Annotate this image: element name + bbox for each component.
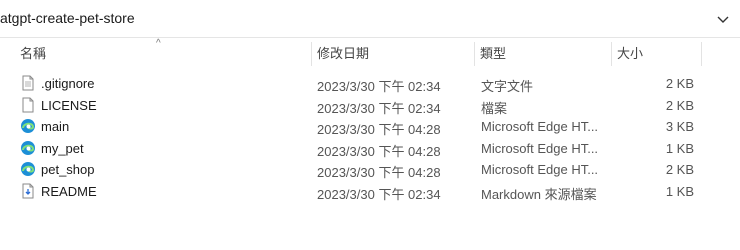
file-size: 1 KB (665, 183, 694, 199)
file-modified: 2023/3/30 下午 04:28 (317, 165, 441, 180)
file-row[interactable]: my_pet 2023/3/30 下午 04:28 Microsoft Edge… (0, 138, 740, 160)
file-modified: 2023/3/30 下午 02:34 (317, 79, 441, 94)
column-header-modified[interactable]: 修改日期 (311, 40, 474, 68)
column-header-size-label: 大小 (617, 46, 644, 61)
file-name: README (41, 183, 97, 199)
column-header-size[interactable]: 大小 (611, 40, 701, 68)
file-size: 1 KB (665, 140, 694, 156)
file-type: Microsoft Edge HT... (481, 140, 599, 156)
file-modified: 2023/3/30 下午 04:28 (317, 122, 441, 137)
file-modified: 2023/3/30 下午 02:34 (317, 100, 441, 116)
file-type: 檔案 (481, 100, 508, 116)
file-size: 2 KB (665, 76, 694, 91)
file-size: 3 KB (665, 119, 694, 134)
file-modified: 2023/3/30 下午 02:34 (317, 186, 441, 202)
file-list: .gitignore 2023/3/30 下午 02:34 文字文件 2 KB … (0, 73, 740, 202)
file-row[interactable]: README 2023/3/30 下午 02:34 Markdown 來源檔案 … (0, 181, 740, 203)
file-row[interactable]: LICENSE 2023/3/30 下午 02:34 檔案 2 KB (0, 95, 740, 117)
file-type: 文字文件 (481, 79, 534, 94)
file-size: 2 KB (665, 97, 694, 113)
chevron-down-icon[interactable] (716, 12, 730, 26)
file-name: my_pet (41, 140, 84, 156)
column-header-name[interactable]: 名稱 (14, 40, 310, 68)
column-header-row: ^ 名稱 修改日期 類型 大小 (0, 38, 740, 68)
markdown-file-icon (22, 183, 34, 198)
column-header-type[interactable]: 類型 (474, 40, 611, 68)
file-type: Microsoft Edge HT... (481, 119, 599, 134)
column-header-modified-label: 修改日期 (317, 46, 370, 61)
file-row[interactable]: .gitignore 2023/3/30 下午 02:34 文字文件 2 KB (0, 73, 740, 95)
file-size: 2 KB (665, 162, 694, 177)
file-type: Microsoft Edge HT... (481, 162, 599, 177)
file-modified: 2023/3/30 下午 04:28 (317, 143, 441, 159)
column-header-type-label: 類型 (480, 46, 507, 61)
file-type: Markdown 來源檔案 (481, 186, 597, 202)
file-row[interactable]: pet_shop 2023/3/30 下午 04:28 Microsoft Ed… (0, 159, 740, 181)
address-bar[interactable]: atgpt-create-pet-store (0, 0, 740, 38)
edge-icon (21, 119, 35, 133)
text-file-icon (22, 75, 34, 91)
file-row[interactable]: main 2023/3/30 下午 04:28 Microsoft Edge H… (0, 116, 740, 138)
file-name: LICENSE (41, 97, 97, 113)
edge-icon (21, 162, 35, 176)
file-name: .gitignore (41, 76, 95, 91)
file-name: main (41, 119, 70, 134)
edge-icon (21, 140, 35, 155)
column-header-name-label: 名稱 (20, 46, 47, 61)
blank-file-icon (22, 97, 34, 112)
file-name: pet_shop (41, 162, 95, 177)
address-path[interactable]: atgpt-create-pet-store (0, 10, 135, 26)
column-divider[interactable] (701, 42, 702, 66)
